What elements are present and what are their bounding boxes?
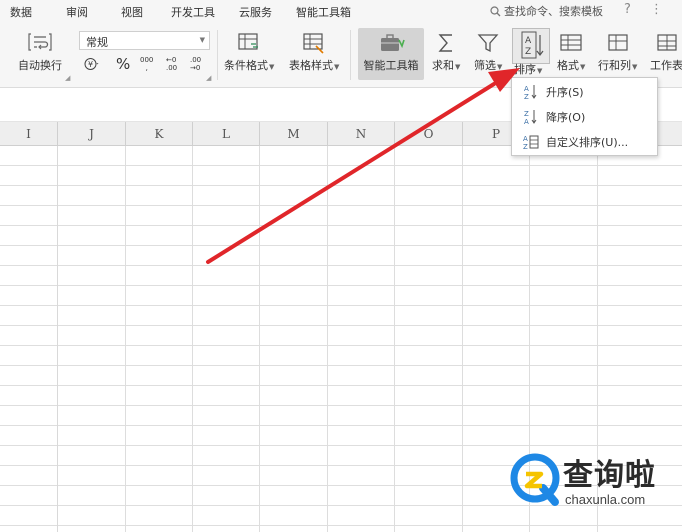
sum-icon — [438, 34, 453, 52]
ribbon-divider — [350, 30, 351, 80]
column-header-n[interactable]: N — [328, 122, 395, 146]
grid-line — [327, 146, 328, 532]
caret-down-icon: ▼ — [537, 67, 543, 75]
grid-line — [192, 146, 193, 532]
percent-icon[interactable]: % — [116, 55, 130, 73]
ribbon-divider — [217, 30, 218, 80]
menu-item-custom-sort[interactable]: A Z 自定义排序(U)... — [512, 130, 657, 154]
smart-toolbox-button[interactable]: 智能工具箱 — [358, 28, 424, 80]
grid-line — [394, 146, 395, 532]
command-search-label: 查找命令、搜索模板 — [504, 5, 603, 18]
menu-item-label: 降序(O) — [546, 111, 586, 124]
number-format-value: 常规 — [86, 36, 108, 49]
caret-down-icon: ▼ — [580, 63, 586, 71]
menu-item-label: 自定义排序(U)... — [546, 136, 629, 149]
svg-text:A: A — [525, 36, 532, 46]
menu-bar: 数据 审阅 视图 开发工具 云服务 智能工具箱 查找命令、搜索模板 ? ⋮ — [0, 0, 682, 22]
sort-button-label-area[interactable]: 排序▼ — [514, 58, 542, 77]
caret-down-icon: ▼ — [455, 63, 461, 71]
worksheet-icon — [656, 34, 677, 51]
menu-item-sort-descending[interactable]: Z A 降序(O) — [512, 105, 657, 129]
column-header-o[interactable]: O — [395, 122, 463, 146]
worksheet-label: 工作表 — [650, 59, 682, 72]
dialog-launcher-icon[interactable]: ◢ — [65, 74, 70, 82]
column-header-k[interactable]: K — [126, 122, 193, 146]
grid-line — [125, 146, 126, 532]
search-icon — [490, 5, 501, 16]
worksheet-button[interactable]: 工作表 — [650, 32, 682, 73]
caret-down-icon: ▼ — [334, 63, 340, 71]
table-style-icon — [303, 33, 324, 54]
site-watermark: 查询啦 chaxunla.com — [507, 448, 682, 532]
caret-down-icon: ▼ — [632, 63, 638, 71]
wrap-text-icon — [28, 33, 52, 51]
table-style-button[interactable]: 表格样式▼ — [289, 32, 339, 73]
filter-icon — [477, 34, 499, 53]
currency-icon[interactable]: ¥ — [84, 57, 100, 74]
filter-button[interactable]: 筛选▼ — [474, 32, 502, 73]
svg-text:A: A — [524, 118, 529, 126]
tab-cloud-service[interactable]: 云服务 — [239, 4, 272, 20]
format-label: 格式 — [557, 59, 579, 72]
rows-columns-label: 行和列 — [598, 59, 631, 72]
svg-text:A: A — [524, 85, 529, 93]
svg-text:Z: Z — [525, 47, 531, 57]
svg-text:Z: Z — [524, 110, 529, 118]
thousands-separator-icon[interactable]: 000, — [140, 56, 153, 72]
filter-label: 筛选 — [474, 59, 496, 72]
grid-line — [462, 146, 463, 532]
svg-text:Z: Z — [523, 143, 528, 151]
command-search[interactable]: 查找命令、搜索模板 — [490, 3, 603, 19]
caret-down-icon: ▼ — [497, 63, 503, 71]
conditional-format-label: 条件格式 — [224, 59, 268, 72]
toolbox-icon — [381, 34, 405, 51]
column-header-m[interactable]: M — [260, 122, 328, 146]
menu-item-sort-ascending[interactable]: A Z 升序(S) — [512, 80, 657, 104]
smart-toolbox-label: 智能工具箱 — [363, 59, 419, 72]
custom-sort-icon: A Z — [521, 133, 541, 151]
sort-dropdown-menu: A Z 升序(S) Z A 降序(O) A Z 自定义排序(U)... — [511, 77, 658, 156]
increase-decimal-icon[interactable]: ←0 .00 — [166, 56, 184, 72]
wrap-text-button[interactable]: 自动换行 — [18, 30, 62, 73]
sort-descending-icon: Z A — [521, 108, 541, 126]
tab-review[interactable]: 审阅 — [66, 4, 88, 20]
watermark-logo-icon — [510, 453, 560, 506]
watermark-title: 查询啦 — [563, 458, 656, 493]
rows-columns-icon — [608, 34, 628, 51]
menu-item-label: 升序(S) — [546, 86, 584, 99]
more-icon[interactable]: ⋮ — [650, 2, 663, 17]
column-header-i[interactable]: I — [0, 122, 58, 146]
number-format-select[interactable]: 常规 ▼ — [79, 31, 210, 50]
chevron-down-icon: ▼ — [199, 36, 205, 44]
tab-view[interactable]: 视图 — [121, 4, 143, 20]
conditional-format-button[interactable]: 条件格式▼ — [224, 32, 274, 73]
column-header-j[interactable]: J — [58, 122, 126, 146]
svg-text:¥: ¥ — [88, 60, 93, 69]
tab-developer[interactable]: 开发工具 — [171, 4, 215, 20]
decrease-decimal-icon[interactable]: .00 →0 — [190, 56, 208, 72]
wrap-text-label: 自动换行 — [18, 59, 62, 72]
sort-ascending-icon: A Z — [521, 83, 541, 101]
sum-label: 求和 — [432, 59, 454, 72]
tab-smart-toolbox[interactable]: 智能工具箱 — [296, 4, 351, 20]
column-header-l[interactable]: L — [193, 122, 260, 146]
svg-text:A: A — [523, 135, 528, 143]
tab-data[interactable]: 数据 — [10, 4, 32, 20]
question-icon[interactable]: ? — [624, 2, 631, 17]
grid-line — [259, 146, 260, 532]
table-style-label: 表格样式 — [289, 59, 333, 72]
conditional-format-icon — [238, 33, 259, 50]
watermark-domain: chaxunla.com — [565, 492, 646, 507]
svg-text:Z: Z — [524, 93, 529, 101]
format-button[interactable]: 格式▼ — [557, 32, 585, 73]
caret-down-icon: ▼ — [269, 63, 275, 71]
sum-button[interactable]: 求和▼ — [432, 32, 460, 73]
sort-label: 排序 — [514, 63, 536, 76]
rows-columns-button[interactable]: 行和列▼ — [598, 32, 637, 73]
format-icon — [560, 34, 582, 51]
dialog-launcher-icon[interactable]: ◢ — [206, 74, 211, 82]
